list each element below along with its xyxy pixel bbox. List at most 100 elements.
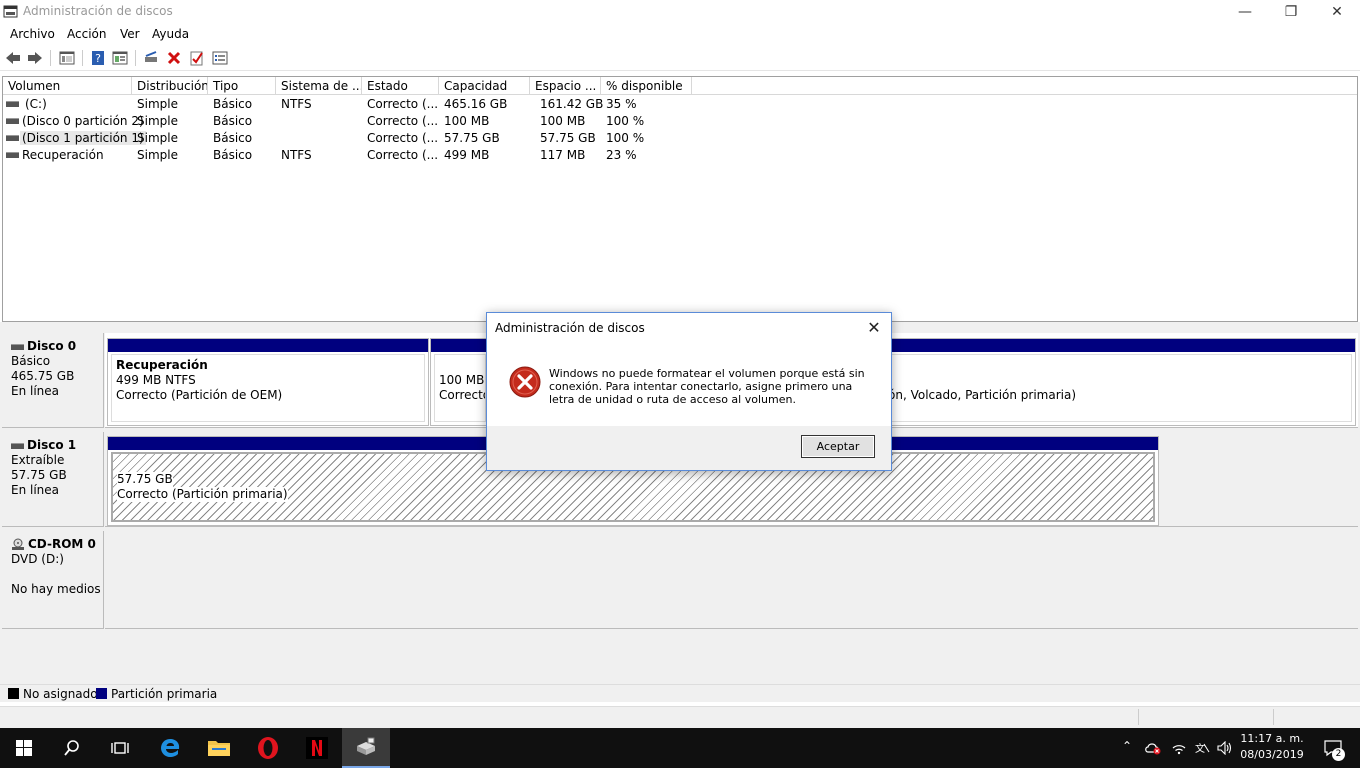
cell-tipo: Básico (213, 148, 253, 162)
edge-button[interactable] (146, 728, 194, 768)
back-arrow-icon (6, 52, 20, 64)
search-button[interactable] (48, 728, 96, 768)
svg-text:文: 文 (1195, 742, 1205, 755)
disk-0-label[interactable]: Disco 0 Básico 465.75 GB En línea (2, 333, 104, 428)
dialog-close-button[interactable]: ✕ (865, 317, 883, 337)
cdrom-icon (12, 538, 24, 550)
cell-disponible: 23 % (606, 148, 637, 162)
partition-100mb[interactable]: 100 MB Correcto (430, 338, 490, 426)
cell-tipo: Básico (213, 114, 253, 128)
cell-capacidad: 499 MB (444, 148, 490, 162)
column-header-tipo[interactable]: Tipo (208, 77, 276, 95)
disk-0-status: En línea (11, 384, 60, 398)
volume-tray-button[interactable] (1214, 728, 1236, 768)
cell-espacio: 100 MB (540, 114, 586, 128)
speaker-icon (1217, 741, 1232, 755)
show-hidden-icons-button[interactable]: ⌃ (1122, 739, 1132, 753)
connect-disk-button[interactable] (142, 49, 160, 67)
column-header-sistema[interactable]: Sistema de ... (276, 77, 362, 95)
cdrom-0-label[interactable]: CD-ROM 0 DVD (D:) No hay medios (2, 531, 104, 629)
table-row-selected[interactable]: (Disco 1 partición 1) Simple Básico Corr… (3, 130, 1357, 147)
help-icon: ? (92, 51, 104, 65)
input-method-tray-button[interactable]: 文 (1191, 728, 1213, 768)
console-tree-button[interactable] (58, 49, 76, 67)
start-button[interactable] (0, 728, 48, 768)
cell-distribucion: Simple (137, 148, 178, 162)
menu-ayuda[interactable]: Ayuda (152, 27, 189, 41)
cell-estado: Correcto (... (367, 97, 439, 111)
dialog-footer: Aceptar (487, 426, 891, 470)
cell-volumen: (Disco 1 partición 1) (20, 131, 146, 145)
column-header-capacidad[interactable]: Capacidad (439, 77, 530, 95)
console-tree-icon (59, 51, 75, 65)
cell-tipo: Básico (213, 97, 253, 111)
disk-connect-icon (145, 51, 157, 62)
cell-sistema: NTFS (281, 97, 312, 111)
partition-recuperacion[interactable]: Recuperación 499 MB NTFS Correcto (Parti… (107, 338, 429, 426)
title-bar: Administración de discos — ❐ ✕ (0, 0, 1360, 24)
check-button[interactable] (188, 49, 206, 67)
close-button[interactable]: ✕ (1314, 0, 1360, 24)
disk-1-size: 57.75 GB (11, 468, 67, 482)
disk-0-size: 465.75 GB (11, 369, 75, 383)
column-header-disponible[interactable]: % disponible (601, 77, 692, 95)
cell-espacio: 117 MB (540, 148, 586, 162)
action-center-button[interactable]: 2 (1310, 728, 1356, 768)
column-header-espacio[interactable]: Espacio ... (530, 77, 601, 95)
column-header-volumen[interactable]: Volumen (3, 77, 132, 95)
opera-button[interactable] (244, 728, 292, 768)
cloud-error-icon (1145, 743, 1161, 755)
list-view-button[interactable] (211, 49, 229, 67)
cloud-error-tray-button[interactable] (1142, 728, 1164, 768)
help-button[interactable]: ? (89, 49, 107, 67)
cell-estado: Correcto (... (367, 131, 439, 145)
status-bar (0, 706, 1360, 728)
disk-1-name: Disco 1 (11, 438, 103, 453)
minimize-icon: — (1238, 4, 1252, 20)
clock[interactable]: 11:17 a. m. 08/03/2019 (1236, 731, 1308, 763)
error-dialog: Administración de discos ✕ Windows no pu… (486, 312, 892, 471)
disk-management-taskbar-button[interactable] (342, 728, 390, 768)
legend-label-primary: Partición primaria (111, 687, 218, 701)
legend-swatch-primary (96, 688, 107, 699)
wifi-tray-button[interactable] (1168, 728, 1190, 768)
table-row[interactable]: (Disco 0 partición 2) Simple Básico Corr… (3, 113, 1357, 130)
menu-accion[interactable]: Acción (67, 27, 106, 41)
file-explorer-button[interactable] (195, 728, 243, 768)
cell-distribucion: Simple (137, 97, 178, 111)
minimize-button[interactable]: — (1222, 0, 1268, 24)
netflix-button[interactable] (293, 728, 341, 768)
clock-time: 11:17 a. m. (1240, 732, 1304, 745)
partition-size: 100 MB (439, 373, 485, 387)
checklist-icon (190, 51, 203, 66)
delete-button[interactable] (165, 49, 183, 67)
back-button[interactable] (4, 49, 22, 67)
table-row[interactable]: Recuperación Simple Básico NTFS Correcto… (3, 147, 1357, 164)
dialog-title: Administración de discos (495, 321, 645, 335)
column-header-distribucion[interactable]: Distribución (132, 77, 208, 95)
cell-estado: Correcto (... (367, 148, 439, 162)
maximize-button[interactable]: ❐ (1268, 0, 1314, 24)
column-header-estado[interactable]: Estado (362, 77, 439, 95)
error-icon (509, 366, 541, 398)
task-view-button[interactable] (96, 728, 144, 768)
taskbar: ⌃ 文 11:17 a. m. 08/03/2019 2 (0, 728, 1360, 768)
disk-1-label[interactable]: Disco 1 Extraíble 57.75 GB En línea (2, 432, 104, 527)
cell-volumen: (C:) (25, 97, 47, 111)
cdrom-0-type: DVD (D:) (11, 552, 64, 566)
view-icon (112, 51, 128, 65)
forward-button[interactable] (26, 49, 44, 67)
table-row[interactable]: (C:) Simple Básico NTFS Correcto (... 46… (3, 96, 1357, 113)
menu-archivo[interactable]: Archivo (10, 27, 55, 41)
window-title: Administración de discos (23, 4, 173, 18)
cell-capacidad: 465.16 GB (444, 97, 508, 111)
close-icon: ✕ (867, 317, 881, 337)
cell-disponible: 100 % (606, 114, 645, 128)
legend-swatch-unallocated (8, 688, 19, 699)
accept-button[interactable]: Aceptar (801, 435, 875, 458)
delete-x-icon (167, 51, 181, 65)
menu-ver[interactable]: Ver (120, 27, 140, 41)
volume-list[interactable]: Volumen Distribución Tipo Sistema de ...… (2, 76, 1358, 322)
cell-volumen: Recuperación (22, 148, 104, 162)
properties-view-button[interactable] (111, 49, 129, 67)
